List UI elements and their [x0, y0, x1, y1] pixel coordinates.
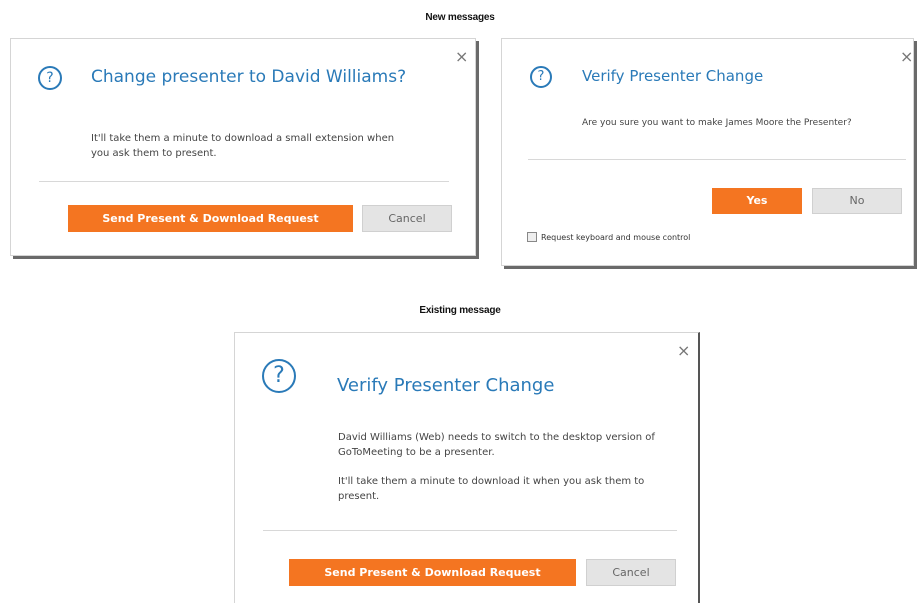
- section-title-new-messages: New messages: [425, 12, 495, 23]
- dialog-body-text-2: It'll take them a minute to download it …: [338, 476, 645, 502]
- cancel-button[interactable]: Cancel: [586, 559, 676, 586]
- dialog-divider: [263, 530, 677, 531]
- dialog-title: Verify Presenter Change: [582, 67, 764, 85]
- dialog-divider: [528, 159, 906, 160]
- dialog-title: Change presenter to David Williams?: [91, 67, 407, 87]
- no-button[interactable]: No: [812, 188, 902, 214]
- dialog-body-text-1: David Williams (Web) needs to switch to …: [338, 432, 655, 458]
- verify-presenter-dialog-existing: × ? Verify Presenter Change David Willia…: [234, 332, 700, 603]
- dialog-title: Verify Presenter Change: [337, 375, 555, 396]
- yes-button[interactable]: Yes: [712, 188, 802, 214]
- close-icon[interactable]: ×: [677, 343, 690, 359]
- help-question-icon: ?: [530, 66, 552, 88]
- send-present-download-button[interactable]: Send Present & Download Request: [289, 559, 576, 586]
- checkbox-label: Request keyboard and mouse control: [541, 232, 691, 242]
- close-icon[interactable]: ×: [900, 49, 913, 65]
- cancel-button[interactable]: Cancel: [362, 205, 452, 232]
- help-question-icon: ?: [38, 66, 62, 90]
- section-title-existing-message: Existing message: [419, 305, 501, 316]
- send-present-download-button[interactable]: Send Present & Download Request: [68, 205, 353, 232]
- dialog-divider: [39, 181, 449, 182]
- help-question-icon: ?: [262, 359, 296, 393]
- keyboard-mouse-control-option[interactable]: Request keyboard and mouse control: [527, 232, 690, 242]
- close-icon[interactable]: ×: [455, 49, 468, 65]
- dialog-body-text: It'll take them a minute to download a s…: [91, 133, 395, 159]
- verify-presenter-dialog-new: × ? Verify Presenter Change Are you sure…: [501, 38, 914, 266]
- keyboard-mouse-control-checkbox[interactable]: [527, 232, 537, 242]
- change-presenter-dialog: × ? Change presenter to David Williams? …: [10, 38, 476, 256]
- dialog-body-text: Are you sure you want to make James Moor…: [582, 118, 852, 128]
